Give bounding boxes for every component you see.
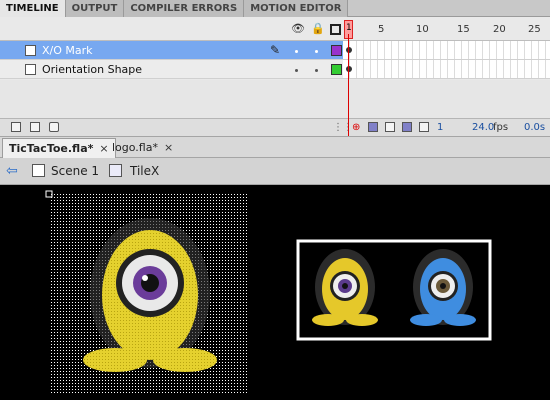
outline-icon[interactable] bbox=[330, 24, 341, 35]
layer-row[interactable]: Orientation Shape bbox=[0, 60, 550, 79]
breadcrumb-symbol[interactable]: TileX bbox=[130, 164, 159, 178]
selected-monster-symbol[interactable] bbox=[45, 190, 249, 394]
scene-icon bbox=[32, 164, 45, 177]
layer-color-swatch[interactable] bbox=[331, 64, 342, 75]
timeline-panel: 👁 🔒 5 10 15 20 25 1 X/O Mark ✎ Orientati… bbox=[0, 17, 550, 136]
layer-icon bbox=[25, 64, 36, 75]
flash-ide: TIMELINE OUTPUT COMPILER ERRORS MOTION E… bbox=[0, 0, 550, 400]
logo-frame[interactable] bbox=[296, 239, 492, 341]
lock-dot[interactable] bbox=[315, 50, 318, 53]
stage-canvas bbox=[45, 190, 492, 394]
new-folder-icon[interactable] bbox=[30, 122, 40, 132]
layer-frames[interactable] bbox=[343, 41, 550, 60]
frame-rate[interactable]: 24.0 bbox=[472, 122, 494, 133]
onion-skin-icon[interactable] bbox=[368, 122, 378, 132]
ruler-tick: 20 bbox=[493, 24, 506, 35]
onion-markers-icon[interactable] bbox=[419, 122, 429, 132]
eye-icon[interactable]: 👁 bbox=[291, 23, 305, 35]
layer-header[interactable]: X/O Mark ✎ bbox=[0, 41, 343, 60]
document-tab-bar: TicTacToe.fla* × logo.fla* × bbox=[0, 136, 550, 158]
new-layer-icon[interactable] bbox=[11, 122, 21, 132]
layer-name[interactable]: X/O Mark bbox=[42, 44, 93, 57]
panel-tab-bar: TIMELINE OUTPUT COMPILER ERRORS MOTION E… bbox=[0, 0, 550, 17]
onion-outline-icon[interactable] bbox=[385, 122, 395, 132]
timeline-footer: ⋮⋮ ⊕ 1 24.0 fps 0.0s bbox=[0, 118, 550, 136]
doc-tab-tictactoe[interactable]: TicTacToe.fla* × bbox=[2, 138, 116, 158]
timeline-empty-area bbox=[0, 80, 550, 118]
pencil-icon: ✎ bbox=[270, 43, 281, 57]
edit-bar: ⇦ Scene 1 TileX bbox=[0, 158, 550, 185]
edit-multiple-icon[interactable] bbox=[402, 122, 412, 132]
doc-tab-label: TicTacToe.fla* bbox=[9, 142, 94, 155]
stage[interactable] bbox=[0, 185, 550, 400]
layer-icon bbox=[25, 45, 36, 56]
doc-tab-logo[interactable]: logo.fla* × bbox=[106, 138, 179, 158]
keyframe[interactable] bbox=[346, 47, 352, 53]
ruler-tick: 5 bbox=[378, 24, 385, 35]
tab-timeline[interactable]: TIMELINE bbox=[0, 0, 66, 17]
elapsed-time: 0.0s bbox=[524, 122, 546, 133]
back-arrow-icon[interactable]: ⇦ bbox=[6, 163, 18, 179]
ruler-tick: 15 bbox=[457, 24, 470, 35]
playhead-frame: 1 bbox=[346, 23, 352, 33]
timeline-header: 👁 🔒 5 10 15 20 25 1 bbox=[0, 17, 550, 41]
visibility-dot[interactable] bbox=[295, 69, 298, 72]
playhead-line bbox=[348, 34, 349, 136]
layer-frames[interactable] bbox=[343, 60, 550, 79]
ruler-tick: 25 bbox=[528, 24, 541, 35]
tab-output[interactable]: OUTPUT bbox=[65, 0, 125, 17]
fps-unit: fps bbox=[493, 122, 509, 133]
ruler-tick: 10 bbox=[416, 24, 429, 35]
breadcrumb-scene[interactable]: Scene 1 bbox=[51, 164, 99, 178]
close-icon[interactable]: × bbox=[164, 141, 173, 154]
tab-compiler-errors[interactable]: COMPILER ERRORS bbox=[124, 0, 245, 17]
current-frame[interactable]: 1 bbox=[437, 122, 443, 133]
lock-icon[interactable]: 🔒 bbox=[311, 23, 325, 35]
layer-row[interactable]: X/O Mark ✎ bbox=[0, 41, 550, 60]
layer-header[interactable]: Orientation Shape bbox=[0, 60, 343, 79]
tab-motion-editor[interactable]: MOTION EDITOR bbox=[244, 0, 349, 17]
lock-dot[interactable] bbox=[315, 69, 318, 72]
doc-tab-label: logo.fla* bbox=[112, 141, 158, 154]
keyframe[interactable] bbox=[346, 66, 352, 72]
center-frame-icon[interactable]: ⊕ bbox=[352, 122, 360, 133]
trash-icon[interactable] bbox=[49, 122, 59, 132]
scroll-handle-icon[interactable]: ⋮⋮ bbox=[333, 122, 353, 133]
frame-ruler[interactable]: 5 10 15 20 25 bbox=[341, 17, 550, 41]
symbol-icon bbox=[109, 164, 122, 177]
layer-name[interactable]: Orientation Shape bbox=[42, 63, 142, 76]
layer-color-swatch[interactable] bbox=[331, 45, 342, 56]
visibility-dot[interactable] bbox=[295, 50, 298, 53]
